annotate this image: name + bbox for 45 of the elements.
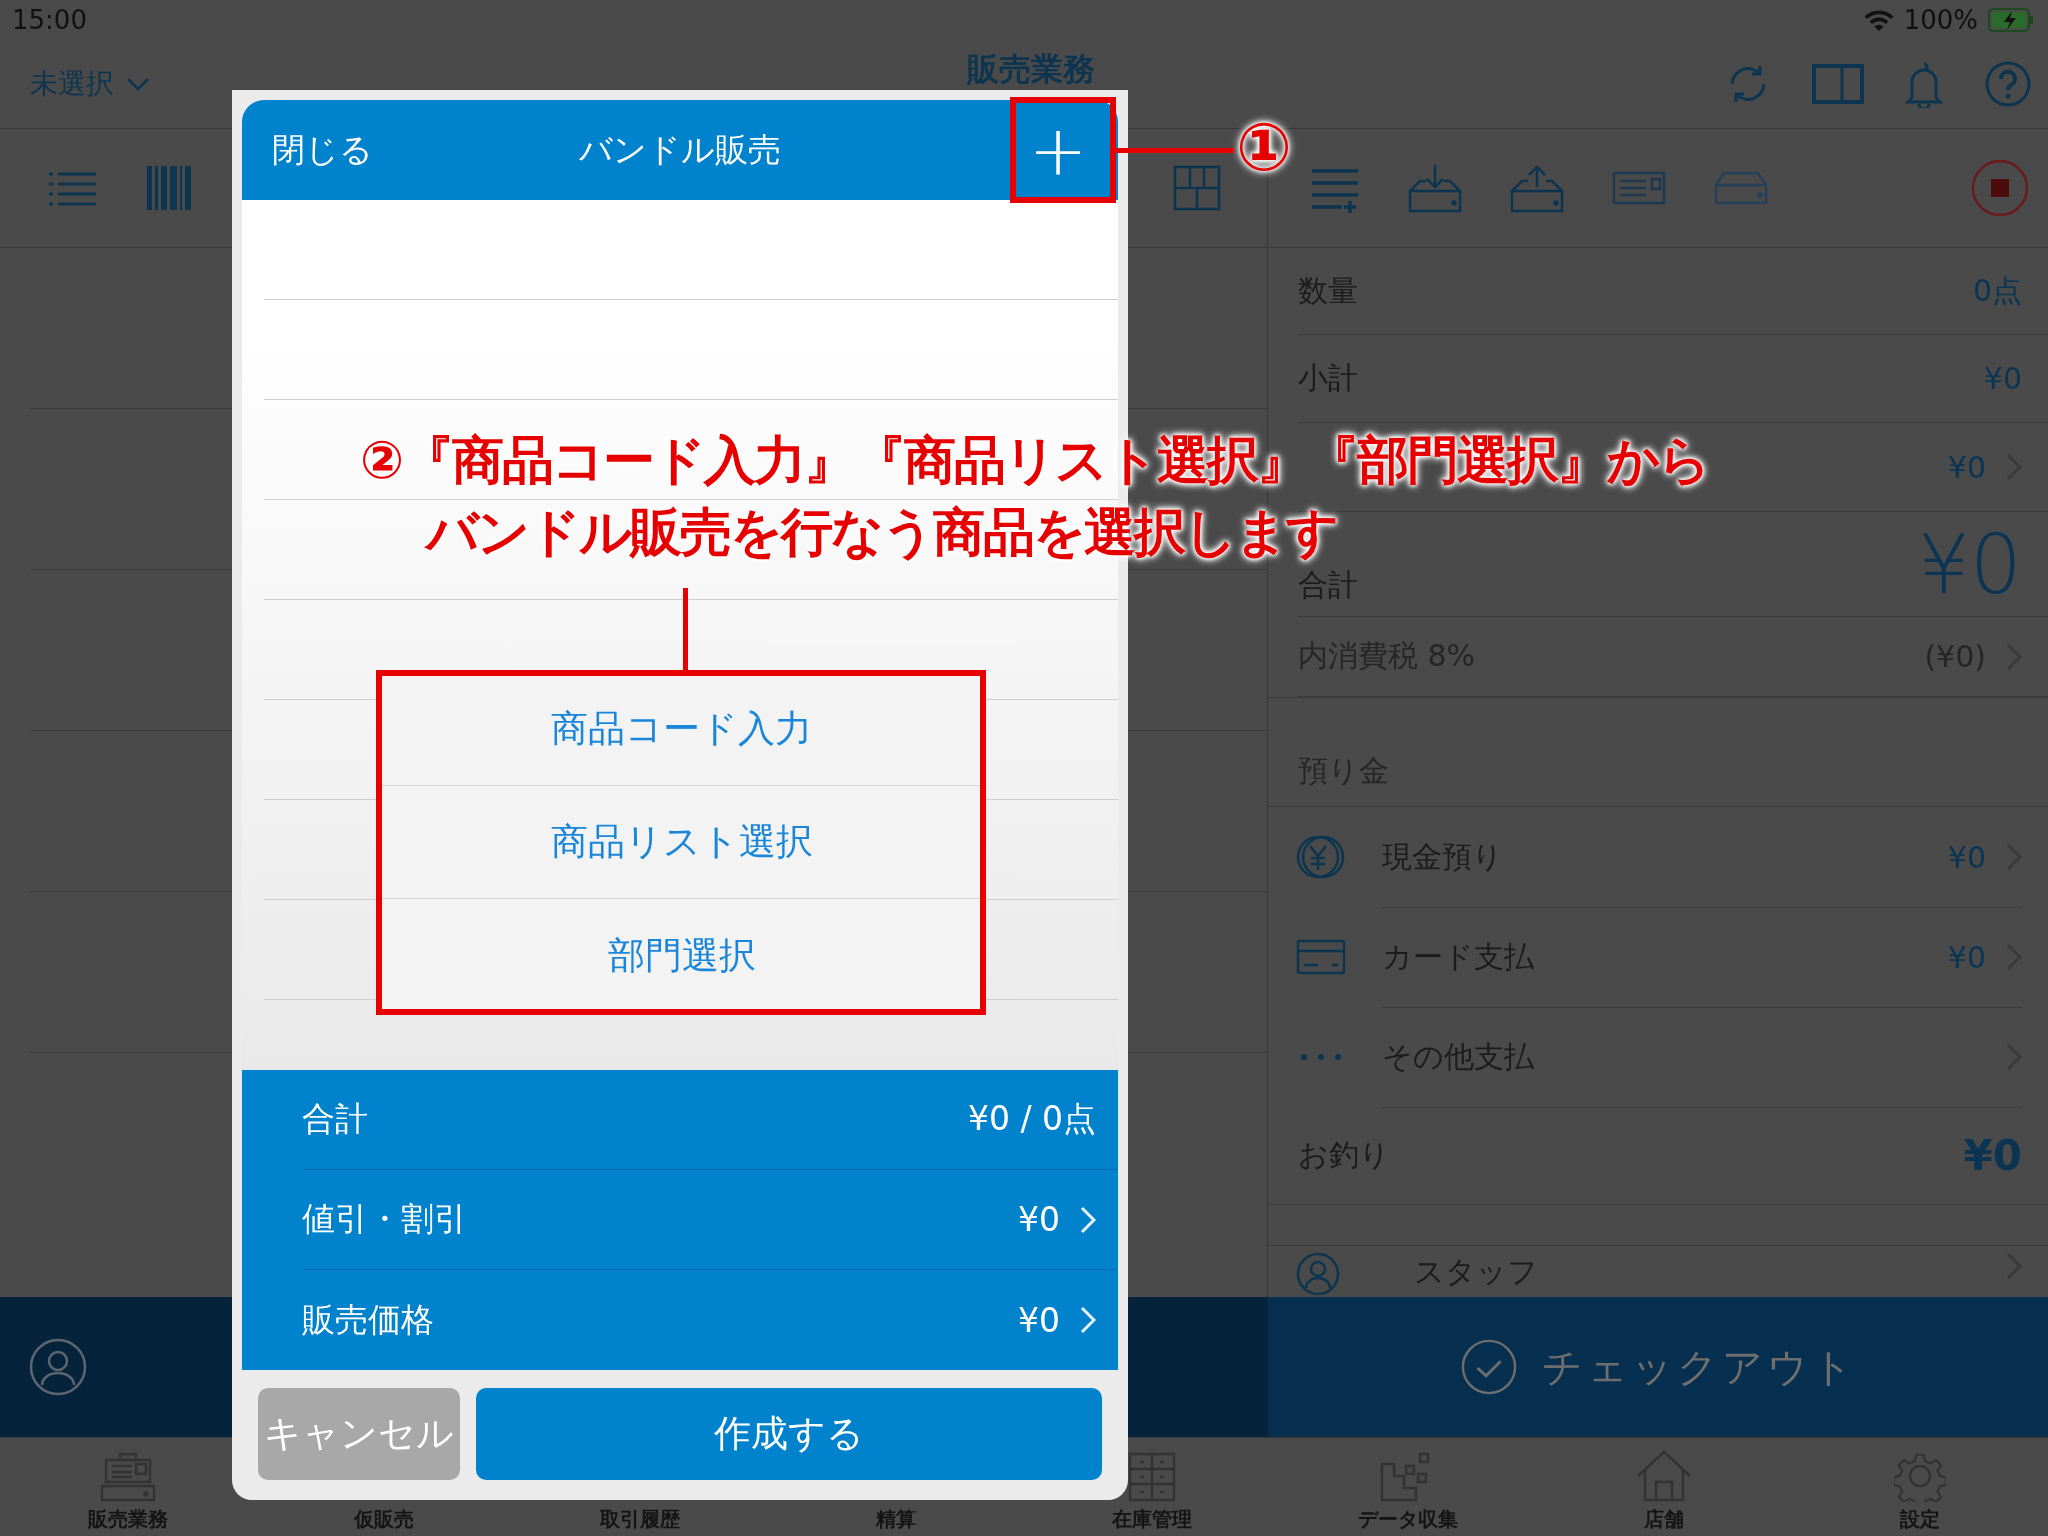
create-button[interactable]: 作成する <box>476 1388 1102 1480</box>
tray-download-icon[interactable] <box>1408 163 1462 213</box>
cancel-button[interactable]: キャンセル <box>258 1388 460 1480</box>
row-value: ¥0 <box>1947 449 1986 485</box>
row-value: ¥0 <box>1018 1200 1060 1239</box>
bell-icon[interactable] <box>1904 60 1944 108</box>
person-icon <box>1296 1252 1340 1296</box>
cabinet-icon <box>1128 1452 1176 1502</box>
row-value: 0点 <box>1972 271 2022 310</box>
wifi-icon <box>1863 8 1894 32</box>
check-circle-icon <box>1459 1338 1518 1396</box>
barcode-icon[interactable] <box>146 166 194 210</box>
chevron-icon <box>1080 1205 1096 1234</box>
receipt-icon[interactable] <box>1612 171 1666 205</box>
cash-register-icon <box>100 1452 156 1502</box>
card-icon <box>1296 939 1346 975</box>
checkout-button[interactable]: チェックアウト <box>1268 1297 2048 1437</box>
chevron-icon <box>1080 1306 1096 1334</box>
payment-amount: ¥0 <box>1947 939 1986 975</box>
row-label[interactable]: 値引・割引 <box>302 1197 467 1242</box>
change-amount: ¥0 <box>1963 1131 2022 1180</box>
close-button[interactable]: 閉じる <box>272 127 373 173</box>
help-icon[interactable] <box>1984 60 2032 108</box>
chevron-down-icon[interactable] <box>126 77 150 91</box>
dialog-title: バンドル販売 <box>579 128 781 171</box>
split-panel-icon[interactable] <box>1812 64 1864 104</box>
row-value: ¥0 <box>1983 361 2022 396</box>
customer-avatar-icon[interactable] <box>28 1337 88 1397</box>
drawer-icon[interactable] <box>1714 171 1768 205</box>
stop-button-icon[interactable] <box>1970 158 2030 218</box>
row-label[interactable]: 販売価格 <box>302 1297 434 1343</box>
yen-coin-icon <box>1296 834 1346 880</box>
grid-icon[interactable] <box>1173 165 1221 211</box>
total-amount: ¥0 <box>1917 517 2022 612</box>
clock-time: 15:00 <box>12 5 87 35</box>
row-value: ¥0 <box>1018 1300 1060 1340</box>
tray-upload-icon[interactable] <box>1510 163 1564 213</box>
row-label: 合計 <box>302 1098 368 1140</box>
payment-amount: ¥0 <box>1947 839 1986 875</box>
battery-icon <box>1988 8 2034 32</box>
step-number: ① <box>1236 108 1292 188</box>
row-value: ¥0 / 0点 <box>967 1098 1096 1140</box>
screen-title: 販売業務 <box>967 49 1095 90</box>
store-picker[interactable]: 未選択 <box>30 65 114 103</box>
battery-percentage: 100% <box>1903 5 1978 35</box>
